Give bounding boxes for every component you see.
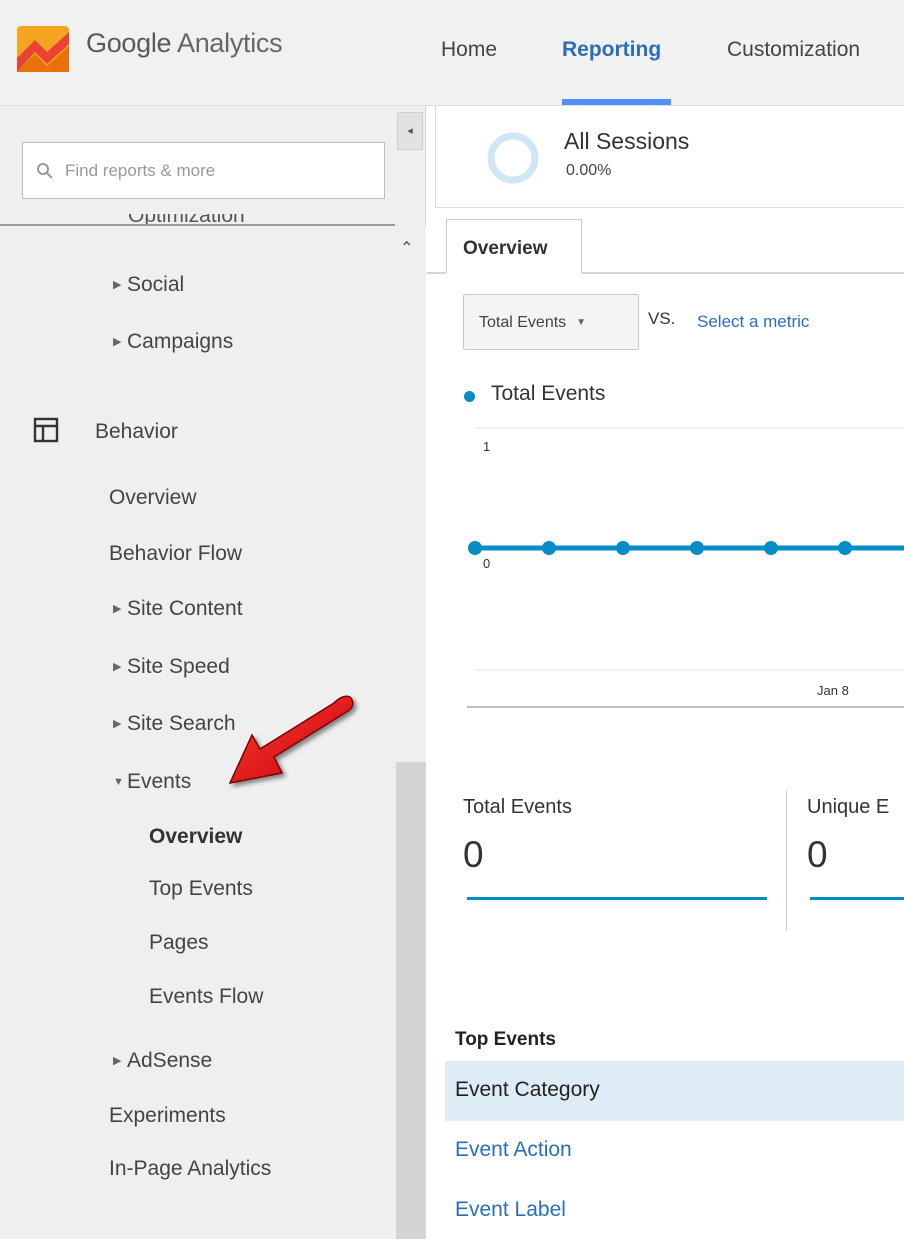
search-icon bbox=[37, 163, 53, 179]
select-metric-link[interactable]: Select a metric bbox=[697, 312, 809, 332]
google-analytics-logo-icon[interactable] bbox=[17, 26, 69, 72]
legend-swatch bbox=[464, 391, 475, 402]
sidebar: ◂ Optimization ⌃ ▶Social ▶Campaigns Beha… bbox=[0, 106, 426, 1239]
expand-triangle-icon: ▶ bbox=[113, 603, 122, 615]
sidebar-item-behavior-flow[interactable]: Behavior Flow bbox=[109, 542, 242, 566]
data-point bbox=[542, 541, 556, 555]
sidebar-item-adsense[interactable]: ▶ AdSense bbox=[113, 1049, 212, 1073]
sidebar-item-site-search[interactable]: ▶ Site Search bbox=[113, 712, 236, 736]
sidebar-divider bbox=[0, 224, 395, 226]
collapse-sidebar-button[interactable]: ◂ bbox=[397, 112, 423, 150]
segment-percent: 0.00% bbox=[566, 162, 612, 179]
nav-tab-customization[interactable]: Customization bbox=[727, 38, 860, 62]
search-box[interactable] bbox=[22, 142, 385, 199]
collapse-triangle-icon: ▼ bbox=[113, 776, 124, 788]
scroll-up-icon[interactable]: ⌃ bbox=[400, 238, 413, 258]
expand-triangle-icon: ▶ bbox=[113, 336, 122, 348]
expand-triangle-icon: ▶ bbox=[113, 279, 122, 291]
sidebar-item-site-content[interactable]: ▶ Site Content bbox=[113, 597, 243, 621]
segment-ring-icon bbox=[487, 132, 539, 184]
metric-select[interactable]: Total Events ▼ bbox=[463, 294, 639, 350]
y-tick-label: 1 bbox=[483, 439, 490, 454]
x-tick-label: Jan 8 bbox=[817, 683, 849, 698]
top-header: Google Analytics Home Reporting Customiz… bbox=[0, 0, 904, 106]
chevron-down-icon: ▼ bbox=[576, 317, 587, 328]
sidebar-item-experiments[interactable]: Experiments bbox=[109, 1104, 226, 1128]
sidebar-item-events-overview[interactable]: Overview bbox=[149, 825, 242, 849]
sidebar-item-events-flow[interactable]: Events Flow bbox=[149, 985, 263, 1009]
logo-text[interactable]: Google Analytics bbox=[86, 28, 283, 59]
y-tick-label: 0 bbox=[483, 556, 490, 571]
vs-label: VS. bbox=[648, 309, 676, 328]
expand-triangle-icon: ▶ bbox=[113, 661, 122, 673]
segment-name: All Sessions bbox=[564, 128, 690, 154]
nav-tab-home[interactable]: Home bbox=[441, 38, 497, 62]
dimension-event-category[interactable]: Event Category bbox=[445, 1061, 904, 1121]
sidebar-item-social[interactable]: ▶ Social bbox=[113, 273, 184, 297]
sidebar-section-behavior[interactable]: Behavior bbox=[95, 420, 178, 444]
active-tab-indicator bbox=[562, 99, 671, 105]
report-panel: All Sessions 0.00% Overview Total Events… bbox=[427, 106, 904, 1239]
scorecard-unique-events-sparkline bbox=[810, 897, 904, 900]
sidebar-item-behavior-overview[interactable]: Overview bbox=[109, 486, 197, 510]
sidebar-item-site-speed[interactable]: ▶ Site Speed bbox=[113, 655, 230, 679]
sidebar-item-events[interactable]: ▼ Events bbox=[113, 770, 191, 794]
search-input[interactable] bbox=[63, 143, 373, 198]
scorecard-total-events-sparkline bbox=[467, 897, 767, 900]
expand-triangle-icon: ▶ bbox=[113, 1055, 122, 1067]
data-point bbox=[690, 541, 704, 555]
legend-label: Total Events bbox=[491, 382, 606, 405]
sidebar-item-campaigns[interactable]: ▶ Campaigns bbox=[113, 330, 233, 354]
tab-overview[interactable]: Overview bbox=[446, 219, 582, 274]
expand-triangle-icon: ▶ bbox=[113, 718, 122, 730]
behavior-icon bbox=[33, 417, 59, 443]
line-chart[interactable]: 1 0 Jan 8 bbox=[467, 426, 904, 716]
dimension-event-label[interactable]: Event Label bbox=[445, 1181, 904, 1241]
data-point bbox=[764, 541, 778, 555]
scorecard-total-events-value: 0 bbox=[463, 834, 484, 875]
data-point bbox=[616, 541, 630, 555]
red-arrow-annotation-icon bbox=[228, 695, 354, 785]
scorecard-unique-events-title: Unique E bbox=[807, 796, 890, 818]
sidebar-item-in-page-analytics[interactable]: In-Page Analytics bbox=[109, 1157, 271, 1181]
nav-tab-reporting[interactable]: Reporting bbox=[562, 38, 661, 62]
sidebar-item-top-events[interactable]: Top Events bbox=[149, 877, 253, 901]
segment-card[interactable]: All Sessions 0.00% bbox=[435, 106, 904, 208]
scorecard-total-events-title: Total Events bbox=[463, 796, 572, 818]
top-events-title: Top Events bbox=[455, 1029, 556, 1050]
sidebar-scrollbar-thumb[interactable] bbox=[396, 762, 426, 1239]
sidebar-item-pages[interactable]: Pages bbox=[149, 931, 209, 955]
scorecard-unique-events-value: 0 bbox=[807, 834, 828, 875]
scorecard-divider bbox=[786, 791, 787, 931]
dimension-event-action[interactable]: Event Action bbox=[445, 1121, 904, 1181]
data-point bbox=[468, 541, 482, 555]
data-point bbox=[838, 541, 852, 555]
